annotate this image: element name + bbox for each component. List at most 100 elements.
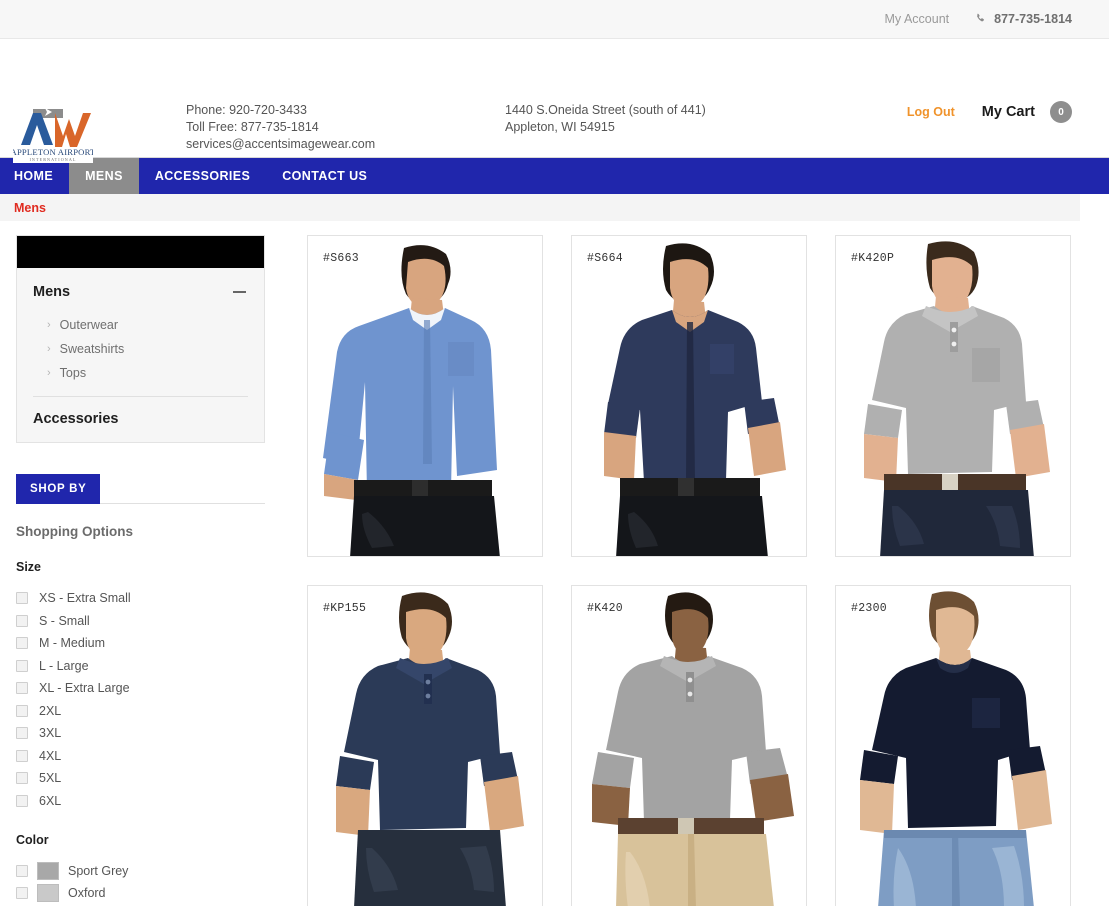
product-sku: #2300 <box>851 602 888 615</box>
filter-group-color: Color Sport Grey Oxford <box>16 833 265 906</box>
product-image <box>836 586 1070 906</box>
page-root: My Account 877-735-1814 APPLETON AIRPORT… <box>0 0 1109 906</box>
filter-option-s[interactable]: S - Small <box>16 610 265 633</box>
filter-option-6xl[interactable]: 6XL <box>16 790 265 813</box>
filter-option-3xl[interactable]: 3XL <box>16 722 265 745</box>
category-sublist: › Outerwear › Sweatshirts › Tops <box>17 313 264 392</box>
checkbox-icon[interactable] <box>16 865 28 877</box>
my-account-link[interactable]: My Account <box>885 12 950 26</box>
filter-option-2xl[interactable]: 2XL <box>16 700 265 723</box>
product-card[interactable]: #K420P <box>835 235 1071 557</box>
sidebar-item-sweatshirts[interactable]: › Sweatshirts <box>17 337 264 361</box>
cart-count-badge: 0 <box>1050 101 1072 123</box>
filter-label-size: Size <box>16 560 42 574</box>
sidebar-item-label: Outerwear <box>59 318 119 332</box>
filter-option-4xl[interactable]: 4XL <box>16 745 265 768</box>
product-sku: #K420P <box>851 252 895 265</box>
checkbox-icon[interactable] <box>16 704 28 717</box>
product-card[interactable]: #KP155 <box>307 585 543 906</box>
filter-option-5xl[interactable]: 5XL <box>16 767 265 790</box>
filter-option-l[interactable]: L - Large <box>16 655 265 678</box>
product-sku: #KP155 <box>323 602 367 615</box>
checkbox-icon[interactable] <box>16 794 28 807</box>
top-phone-number: 877-735-1814 <box>994 12 1072 26</box>
filter-option-sport-grey[interactable]: Sport Grey <box>16 860 265 882</box>
sidebar-item-accessories[interactable]: Accessories <box>17 397 264 442</box>
filter-option-label: 6XL <box>39 793 62 808</box>
filter-option-label: L - Large <box>39 658 89 673</box>
checkbox-icon[interactable] <box>16 772 28 785</box>
shopping-options-heading: Shopping Options <box>16 524 133 539</box>
checkbox-icon[interactable] <box>16 887 28 899</box>
filter-group-size: Size XS - Extra Small S - Small M - Medi… <box>16 560 265 812</box>
nav-item-home[interactable]: HOME <box>0 158 69 194</box>
breadcrumb: Mens <box>0 194 1080 221</box>
page-body: Mens › Outerwear › Sweatshirts › Tops Ac… <box>0 221 1109 906</box>
filter-option-label: 2XL <box>39 703 62 718</box>
breadcrumb-current[interactable]: Mens <box>14 201 46 215</box>
sidebar-item-label: Sweatshirts <box>59 342 125 356</box>
product-card[interactable]: #S663 <box>307 235 543 557</box>
product-card[interactable]: #2300 <box>835 585 1071 906</box>
header-address-line1: 1440 S.Oneida Street (south of 441) <box>505 103 706 117</box>
chevron-right-icon: › <box>47 367 51 379</box>
sidebar-item-label: Tops <box>59 366 87 380</box>
nav-item-contact-us[interactable]: CONTACT US <box>266 158 383 194</box>
filter-option-oxford[interactable]: Oxford <box>16 882 265 904</box>
product-image <box>572 236 806 556</box>
sidebar-item-tops[interactable]: › Tops <box>17 361 264 385</box>
category-mens-header[interactable]: Mens <box>17 268 264 313</box>
nav-item-accessories[interactable]: ACCESSORIES <box>139 158 266 194</box>
minus-icon[interactable] <box>233 291 246 293</box>
svg-text:INTERNATIONAL: INTERNATIONAL <box>29 157 76 162</box>
chevron-right-icon: › <box>47 343 51 355</box>
product-card[interactable]: #K420 <box>571 585 807 906</box>
sidebar-item-outerwear[interactable]: › Outerwear <box>17 313 264 337</box>
product-card[interactable]: #S664 <box>571 235 807 557</box>
product-image <box>572 586 806 906</box>
checkbox-icon[interactable] <box>16 682 28 695</box>
shop-by-tab[interactable]: SHOP BY <box>16 474 101 504</box>
filter-option-label: Oxford <box>68 886 106 900</box>
color-swatch-icon <box>37 884 59 902</box>
product-grid-area: #S663 #S664 #K420P #KP155 #K420 #2300 <box>307 235 1087 906</box>
chevron-right-icon: › <box>47 319 51 331</box>
phone-icon <box>975 13 987 25</box>
top-utility-bar: My Account 877-735-1814 <box>0 0 1109 39</box>
category-nav-box: Mens › Outerwear › Sweatshirts › Tops Ac… <box>16 235 265 443</box>
logo-mark-icon: APPLETON AIRPORT INTERNATIONAL <box>13 101 93 163</box>
filter-option-m[interactable]: M - Medium <box>16 632 265 655</box>
filter-option-label: XL - Extra Large <box>39 681 130 696</box>
header-contact-block: Phone: 920-720-3433 Toll Free: 877-735-1… <box>186 102 375 153</box>
my-cart-label: My Cart <box>981 103 1035 120</box>
checkbox-icon[interactable] <box>16 592 28 605</box>
product-sku: #S664 <box>587 252 624 265</box>
filter-option-xs[interactable]: XS - Extra Small <box>16 587 265 610</box>
filter-option-label: XS - Extra Small <box>39 591 131 606</box>
filter-option-label: M - Medium <box>39 636 105 651</box>
checkbox-icon[interactable] <box>16 637 28 650</box>
nav-item-mens[interactable]: MENS <box>69 158 139 194</box>
size-option-list: XS - Extra Small S - Small M - Medium L … <box>16 587 265 812</box>
top-phone-link[interactable]: 877-735-1814 <box>975 12 1072 26</box>
product-image <box>308 236 542 556</box>
header-account-actions: Log Out My Cart 0 <box>907 101 1072 123</box>
checkbox-icon[interactable] <box>16 727 28 740</box>
checkbox-icon[interactable] <box>16 659 28 672</box>
product-image <box>836 236 1070 556</box>
product-image <box>308 586 542 906</box>
header-tollfree: Toll Free: 877-735-1814 <box>186 120 319 134</box>
filter-option-xl[interactable]: XL - Extra Large <box>16 677 265 700</box>
shop-by-panel: SHOP BY Shopping Options Size XS - Extra… <box>16 474 265 906</box>
site-logo[interactable]: APPLETON AIRPORT INTERNATIONAL <box>13 101 93 163</box>
product-sku: #S663 <box>323 252 360 265</box>
header-email[interactable]: services@accentsimagewear.com <box>186 136 375 153</box>
svg-text:APPLETON AIRPORT: APPLETON AIRPORT <box>13 147 93 157</box>
logout-link[interactable]: Log Out <box>907 105 955 119</box>
category-mens-label: Mens <box>33 284 71 300</box>
checkbox-icon[interactable] <box>16 614 28 627</box>
my-cart-button[interactable]: My Cart 0 <box>982 101 1072 123</box>
checkbox-icon[interactable] <box>16 749 28 762</box>
filter-option-label: 4XL <box>39 748 62 763</box>
color-option-list: Sport Grey Oxford Athletic Heather <box>16 860 265 906</box>
